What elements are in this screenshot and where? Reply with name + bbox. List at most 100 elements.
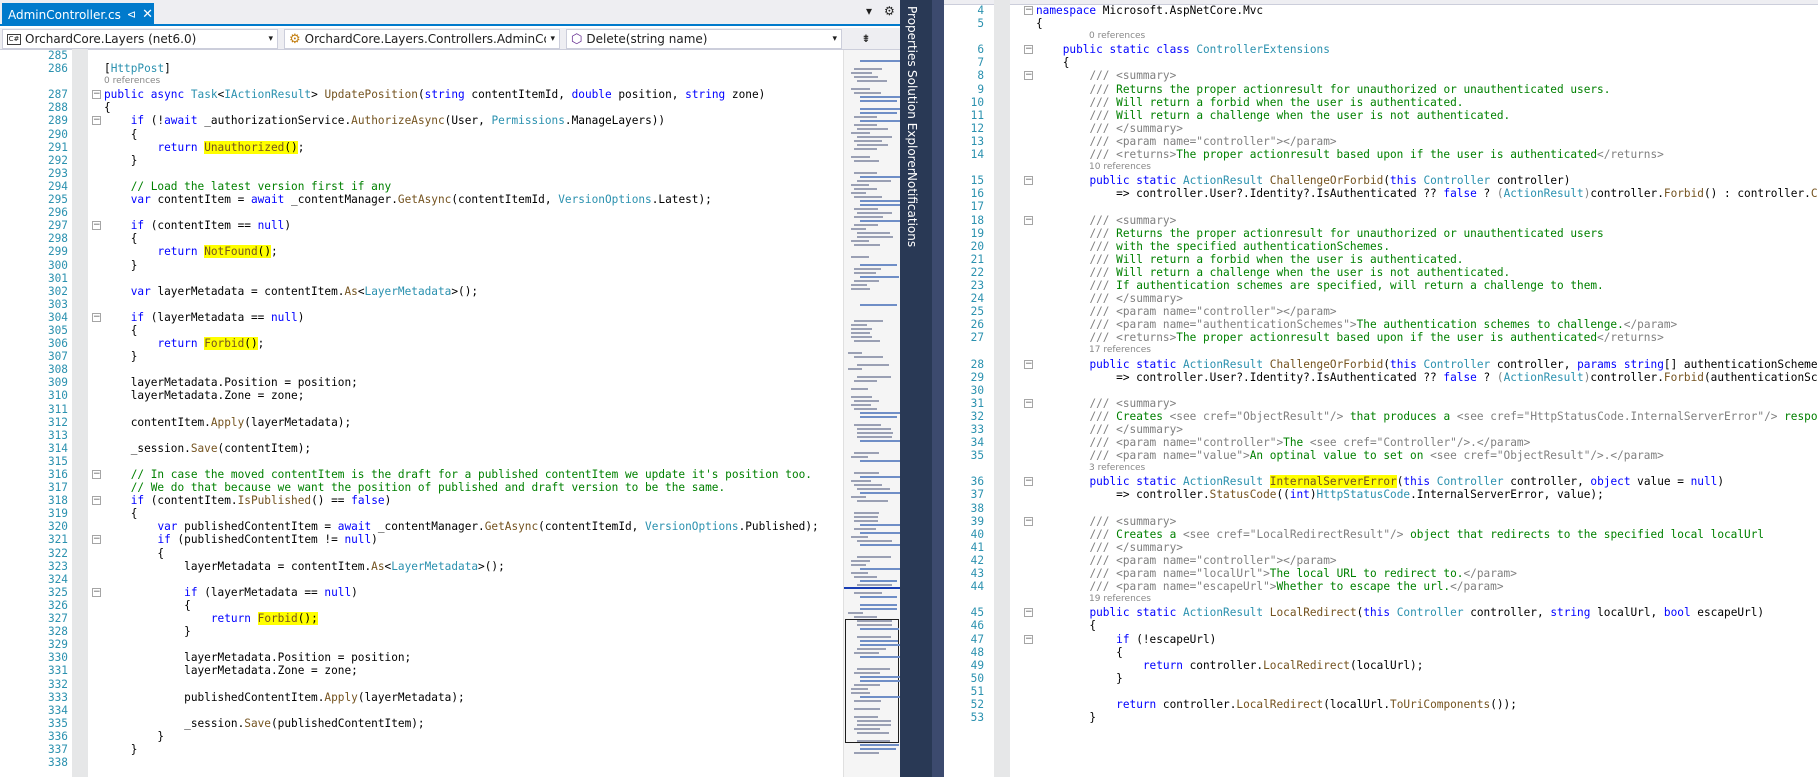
minimap-line <box>860 416 897 418</box>
settings-gear-icon[interactable]: ⚙ <box>884 4 895 18</box>
code-line: 22 /// Will return a challenge when the … <box>944 266 1818 279</box>
line-number: 31 <box>970 396 984 410</box>
codelens-label[interactable]: 19 references <box>1089 593 1151 606</box>
collapse-icon[interactable]: − <box>92 116 101 126</box>
tool-tab-properties[interactable]: Properties <box>905 6 919 67</box>
minimap-line <box>860 596 897 598</box>
collapse-icon[interactable]: − <box>1024 45 1033 55</box>
collapse-icon[interactable]: − <box>1024 477 1033 487</box>
collapse-icon[interactable]: − <box>1024 176 1033 186</box>
code-line: 307 } <box>0 350 842 363</box>
codelens-label[interactable]: 17 references <box>1089 344 1151 357</box>
minimap-line <box>857 128 888 130</box>
code-text: return controller.LocalRedirect(localUrl… <box>1142 658 1424 672</box>
code-line: 11 /// Will return a challenge when the … <box>944 109 1818 122</box>
collapse-icon[interactable]: − <box>1024 215 1033 225</box>
collapse-icon[interactable]: − <box>92 587 101 597</box>
collapse-icon[interactable]: − <box>92 312 101 322</box>
code-line: 18 − /// <summary> <box>944 214 1818 227</box>
collapse-icon[interactable]: − <box>92 535 101 545</box>
member-dropdown[interactable]: ⬡ Delete(string name) ▾ <box>566 29 842 49</box>
code-line: 319 { <box>0 507 842 520</box>
project-dropdown[interactable]: C# OrchardCore.Layers (net6.0) ▾ <box>2 29 278 49</box>
collapse-icon[interactable]: − <box>1024 6 1033 15</box>
scrollbar-minimap[interactable] <box>843 50 900 777</box>
collapse-icon[interactable]: − <box>1024 634 1033 644</box>
codelens-label[interactable]: 0 references <box>1089 30 1145 43</box>
code-line: 53 } <box>944 711 1818 724</box>
minimap-line <box>854 160 879 162</box>
collapse-icon[interactable]: − <box>1024 71 1033 81</box>
minimap-line <box>854 244 880 246</box>
code-text: { <box>1036 17 1043 31</box>
tab-title: AdminController.cs <box>8 7 121 22</box>
split-window-icon[interactable]: ⇟ <box>855 30 877 48</box>
right-editor-pane: 4− namespace Microsoft.AspNetCore.Mvc 5{0 … <box>944 0 1818 777</box>
code-line: 14 /// <returns>The proper actionresult … <box>944 148 1818 161</box>
code-line: 295 var contentItem = await _contentMana… <box>0 193 842 206</box>
collapse-icon[interactable]: − <box>92 221 101 231</box>
code-text: /// <returns>The proper actionresult bas… <box>1089 148 1664 162</box>
collapse-icon[interactable]: − <box>92 90 101 100</box>
tool-tab-solution-explorer[interactable]: Solution Explorer <box>905 70 919 173</box>
tab-admincontroller[interactable]: AdminController.cs ⊲ ✕ <box>2 3 154 26</box>
codelens-references: 0 references <box>944 30 1818 43</box>
minimap-line <box>854 340 880 342</box>
collapse-icon[interactable]: − <box>92 496 101 506</box>
minimap-line <box>860 628 899 630</box>
collapse-icon[interactable]: − <box>1024 359 1033 369</box>
code-line: 332 <box>0 678 842 691</box>
code-line: 316 − // In case the moved contentItem is… <box>0 468 842 481</box>
code-text: var publishedContentItem = await _conten… <box>157 520 819 534</box>
codelens-label[interactable]: 0 references <box>104 75 160 88</box>
type-dropdown[interactable]: ⚙ OrchardCore.Layers.Controllers.AdminCo… <box>284 29 560 49</box>
line-number: 26 <box>970 318 984 332</box>
code-text: } <box>104 729 165 743</box>
line-number: 22 <box>970 265 984 279</box>
code-text: { <box>104 546 165 560</box>
line-number: 305 <box>47 323 68 337</box>
code-line: 40 /// Creates a <see cref="LocalRedirec… <box>944 528 1818 541</box>
tab-close-icon[interactable]: ✕ <box>142 7 153 22</box>
minimap-line <box>860 532 900 534</box>
code-line: 298 { <box>0 232 842 245</box>
collapse-icon[interactable]: − <box>92 470 101 479</box>
collapse-icon[interactable]: − <box>1024 516 1033 526</box>
line-number: 27 <box>970 331 984 345</box>
code-line: 31 − /// <summary> <box>944 397 1818 410</box>
class-icon: ⚙ <box>289 31 301 47</box>
right-code-editor[interactable]: 4− namespace Microsoft.AspNetCore.Mvc 5{0 … <box>944 0 1818 777</box>
left-code-editor[interactable]: 285 286 [HttpPost] 0 references 287− public a… <box>0 49 842 777</box>
codelens-references: 17 references <box>944 344 1818 357</box>
line-number: 5 <box>977 17 984 31</box>
minimap-line <box>851 536 868 538</box>
collapse-icon[interactable]: − <box>1024 398 1033 408</box>
codelens-label[interactable]: 10 references <box>1089 161 1151 174</box>
collapse-icon[interactable]: − <box>1024 608 1033 618</box>
line-number: 6 <box>977 43 984 57</box>
code-line: 5{ <box>944 17 1818 30</box>
code-text: => controller.User?.Identity?.IsAuthenti… <box>1036 370 1818 384</box>
codelens-label[interactable]: 3 references <box>1089 462 1145 475</box>
code-text: publishedContentItem.Apply(layerMetadata… <box>104 690 465 704</box>
line-number: 328 <box>47 625 68 639</box>
line-number: 13 <box>970 134 984 148</box>
pane-divider[interactable] <box>932 0 944 777</box>
codelens-references: 10 references <box>944 161 1818 174</box>
tab-list-dropdown-icon[interactable]: ▾ <box>866 4 872 18</box>
codelens-references: 19 references <box>944 593 1818 606</box>
line-number: 312 <box>47 415 68 429</box>
code-text: /// Returns the proper actionresult for … <box>1089 82 1611 96</box>
line-number: 36 <box>970 475 984 489</box>
code-line: 4 − namespace Microsoft.AspNetCore.Mvc <box>944 4 1818 17</box>
minimap-line <box>857 232 890 234</box>
code-text: /// <param name="controller">The <see cr… <box>1089 436 1531 450</box>
minimap-line <box>860 744 899 746</box>
minimap-line <box>857 540 892 542</box>
tool-tab-notifications[interactable]: Notifications <box>905 172 919 247</box>
minimap-line <box>860 100 897 102</box>
line-number: 33 <box>970 423 984 436</box>
code-text: return Forbid(); <box>210 612 318 626</box>
code-line: 310 layerMetadata.Zone = zone; <box>0 389 842 402</box>
pin-icon[interactable]: ⊲ <box>127 8 136 21</box>
